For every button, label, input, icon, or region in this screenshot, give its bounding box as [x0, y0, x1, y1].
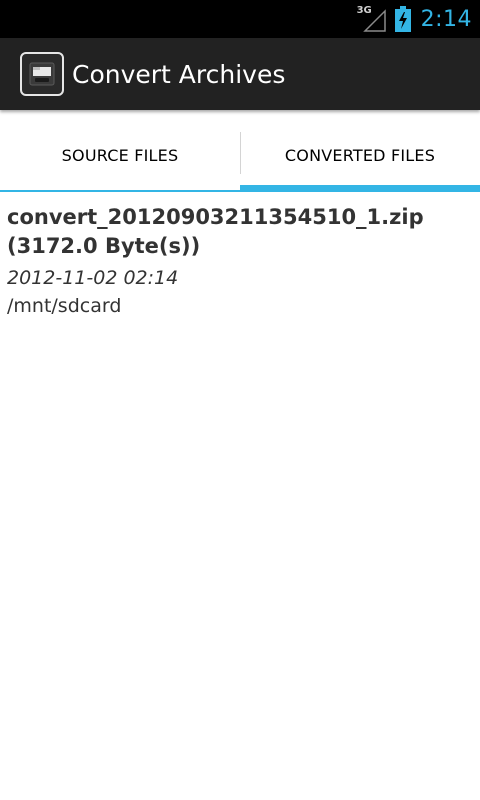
status-clock: 2:14 — [420, 6, 472, 32]
file-name: convert_20120903211354510_1.zip (3172.0 … — [7, 205, 424, 258]
archive-app-icon[interactable] — [20, 52, 64, 96]
tab-source-files[interactable]: SOURCE FILES — [0, 122, 240, 192]
tab-bar: SOURCE FILES CONVERTED FILES — [0, 122, 480, 192]
status-bar: 3G 2:14 — [0, 0, 480, 38]
tab-converted-files[interactable]: CONVERTED FILES — [240, 122, 480, 192]
tab-source-files-label: SOURCE FILES — [61, 145, 179, 165]
file-date: 2012-11-02 02:14 — [7, 267, 179, 289]
app-title: Convert Archives — [72, 59, 286, 89]
converted-file-list: convert_20120903211354510_1.zip (3172.0 … — [0, 200, 480, 320]
tab-selected-indicator — [240, 185, 480, 192]
tab-converted-files-label: CONVERTED FILES — [284, 145, 436, 165]
file-path: /mnt/sdcard — [7, 295, 122, 317]
list-item[interactable]: convert_20120903211354510_1.zip (3172.0 … — [0, 200, 480, 320]
battery-charging-icon — [394, 6, 411, 32]
action-bar: Convert Archives — [0, 38, 480, 110]
tab-indicator — [0, 190, 240, 192]
signal-icon: 3G — [357, 5, 387, 32]
status-icons: 3G 2:14 — [357, 0, 472, 38]
